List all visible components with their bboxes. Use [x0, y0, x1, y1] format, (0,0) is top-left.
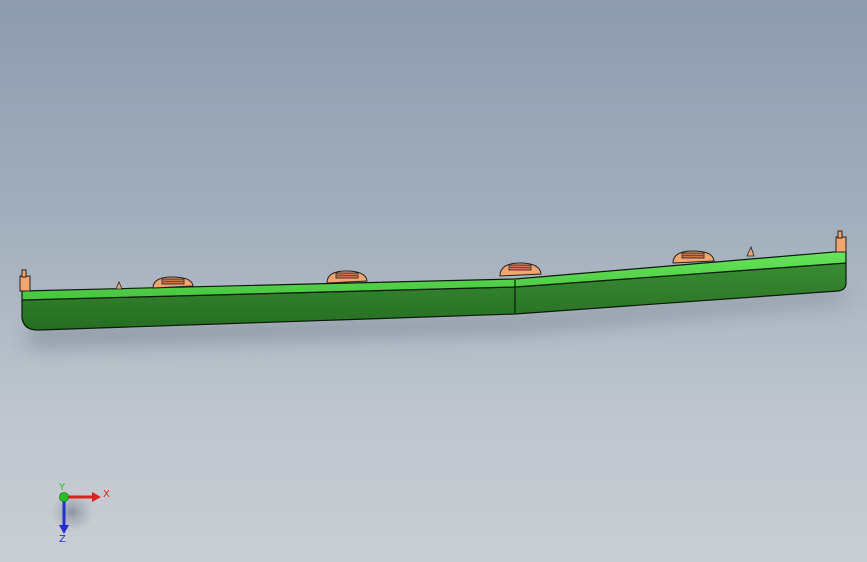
clip-boss-4[interactable]	[672, 250, 715, 264]
z-axis-label: Z	[59, 534, 66, 545]
y-axis-label: Y	[58, 482, 66, 493]
rib-left	[115, 280, 123, 290]
right-end-tab[interactable]	[835, 230, 847, 253]
left-end-tab[interactable]	[19, 269, 31, 292]
x-axis-arrow	[92, 492, 101, 502]
clip-boss-2[interactable]	[326, 270, 368, 284]
graphics-viewport[interactable]: X Y Z	[0, 0, 867, 562]
clip-boss-1[interactable]	[152, 276, 194, 289]
y-axis-dot	[59, 492, 69, 502]
x-axis-label: X	[103, 489, 110, 500]
rib-right	[746, 245, 755, 257]
model-scene[interactable]: X Y Z	[0, 0, 867, 562]
clip-boss-3[interactable]	[499, 262, 542, 277]
orientation-triad[interactable]: X Y Z	[50, 482, 110, 545]
